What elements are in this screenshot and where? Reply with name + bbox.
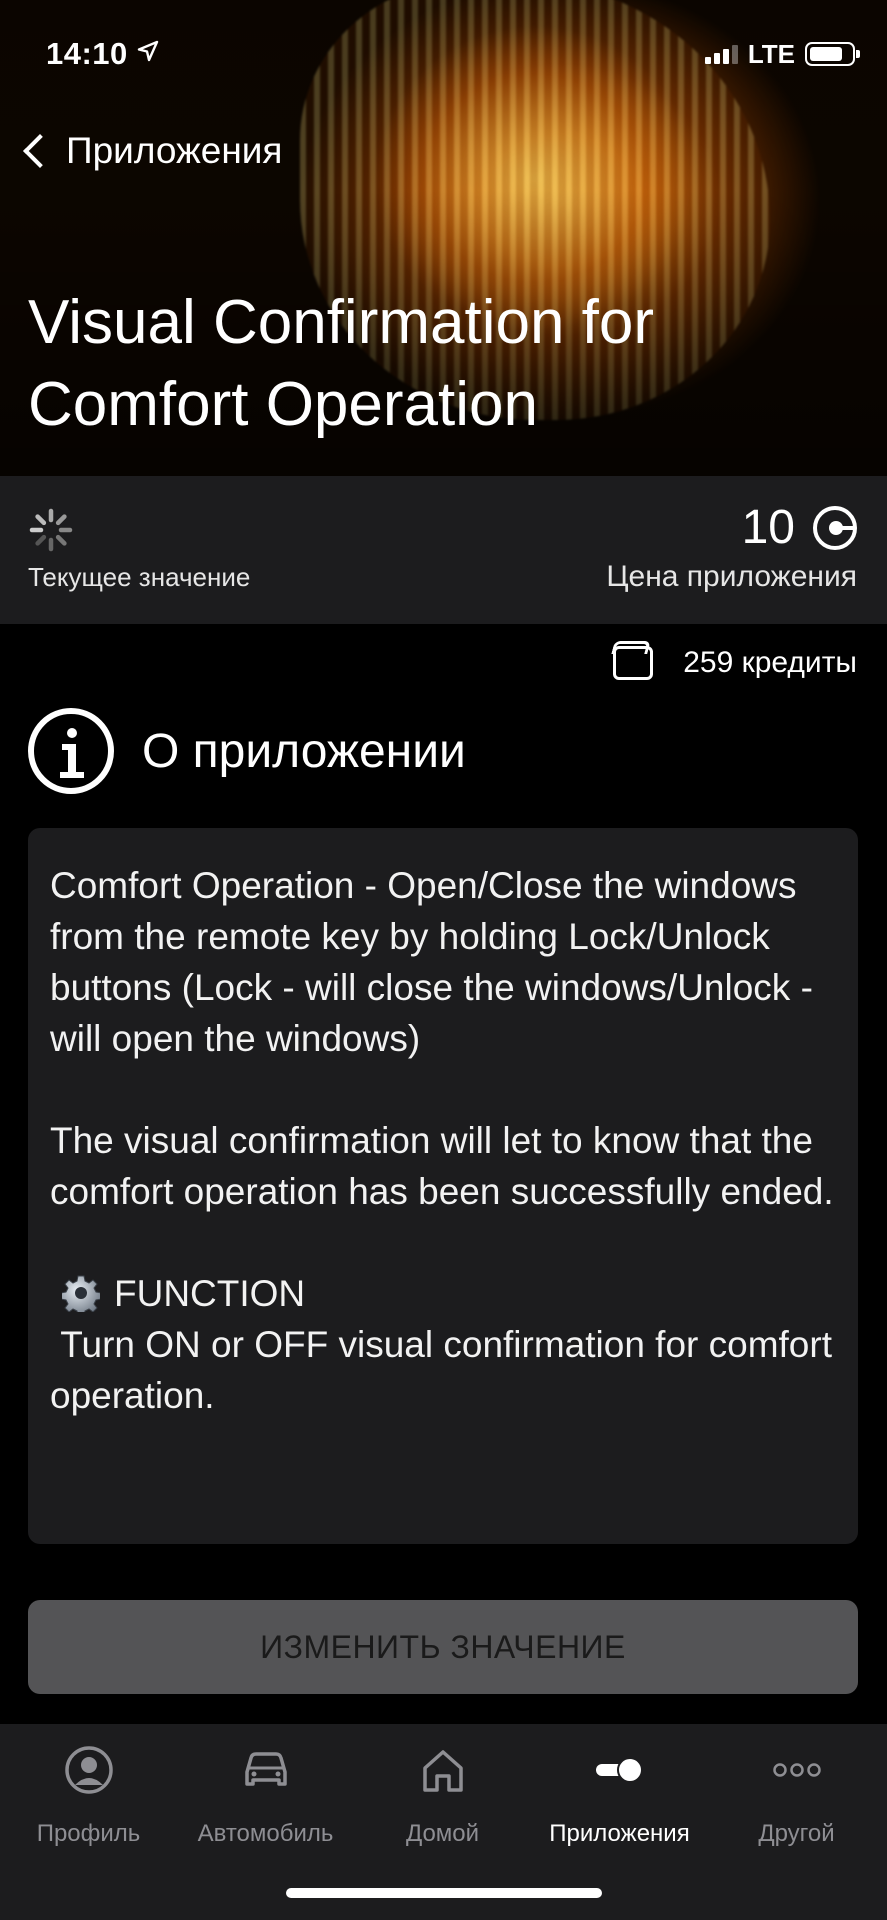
home-indicator[interactable] [286,1888,602,1898]
tab-label: Домой [405,1820,480,1847]
status-time: 14:10 [46,36,128,71]
tab-other[interactable]: Другой [708,1742,885,1848]
tab-label: Автомобиль [197,1820,334,1847]
about-header: О приложении [28,708,466,794]
change-value-button[interactable]: ИЗМЕНИТЬ ЗНАЧЕНИЕ [28,1600,858,1694]
description-card: Comfort Operation - Open/Close the windo… [28,828,858,1544]
price-value: 10 [741,501,795,554]
loading-spinner-icon [28,507,74,553]
chevron-left-icon [23,134,57,168]
toggle-icon [595,1742,645,1798]
battery-icon [805,42,860,66]
cellular-signal-icon [704,44,738,64]
profile-icon [64,1742,114,1798]
info-icon [28,708,114,794]
car-icon [241,1742,291,1798]
function-title: FUNCTION [114,1273,306,1314]
app-price: 10 [742,500,857,555]
gear-icon [60,1274,102,1317]
about-heading: О приложении [142,724,466,778]
home-icon [419,1742,467,1798]
description-paragraph-2: The visual confirmation will let to know… [50,1120,834,1212]
current-value-label: Текущее значение [28,562,251,592]
price-label: Цена приложения [606,560,857,593]
tab-home[interactable]: Домой [354,1742,531,1848]
tab-label: Приложения [549,1820,690,1847]
coin-icon [813,505,857,550]
tab-label: Профиль [36,1820,141,1847]
tab-profile[interactable]: Профиль [0,1742,177,1848]
function-description: Turn ON or OFF visual confirmation for c… [50,1324,843,1416]
back-button[interactable]: Приложения [20,130,282,172]
back-label: Приложения [66,130,283,171]
network-type: LTE [747,38,795,69]
tab-apps[interactable]: Приложения [531,1742,708,1848]
wallet-icon [613,646,654,680]
credits-balance: 259 кредиты [613,646,857,680]
description-paragraph-1: Comfort Operation - Open/Close the windo… [50,865,813,1059]
credits-text: 259 кредиты [683,646,857,679]
location-arrow-icon [136,39,160,70]
page-title: Visual Confirmation for Comfort Operatio… [28,288,655,439]
tab-label: Другой [758,1820,835,1847]
tab-car[interactable]: Автомобиль [177,1742,354,1848]
more-icon [772,1742,822,1798]
status-bar: 14:10 LTE [46,34,860,74]
